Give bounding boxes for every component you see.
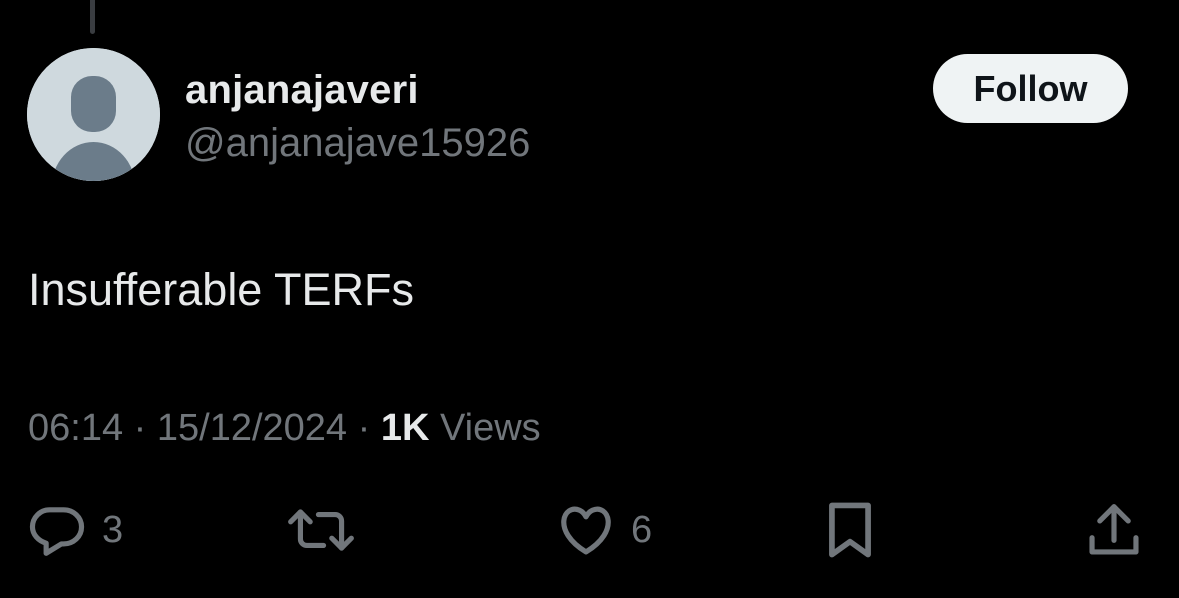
reply-button[interactable]: 3: [26, 490, 123, 570]
share-icon: [1089, 504, 1139, 555]
thread-connector-line: [90, 0, 95, 34]
tweet-time[interactable]: 06:14: [28, 407, 123, 449]
tweet-text: Insufferable TERFs: [28, 264, 415, 315]
action-bar: 3 6: [0, 490, 1179, 570]
author-display-name[interactable]: anjanajaveri: [185, 66, 419, 114]
heart-icon: [561, 506, 611, 555]
tweet-meta: 06:14 · 15/12/2024 · 1K Views: [28, 403, 541, 453]
default-avatar-icon: [27, 48, 160, 181]
views-count[interactable]: 1K: [381, 407, 430, 449]
tweet-date[interactable]: 15/12/2024: [157, 407, 347, 449]
reply-icon: [29, 507, 85, 556]
meta-separator: ·: [357, 407, 371, 449]
avatar[interactable]: [27, 48, 160, 181]
retweet-icon: [288, 509, 354, 551]
share-button[interactable]: [1083, 490, 1145, 570]
like-button[interactable]: 6: [555, 490, 652, 570]
views-label[interactable]: Views: [440, 407, 541, 449]
follow-button[interactable]: Follow: [933, 54, 1128, 123]
meta-separator: ·: [133, 407, 147, 449]
author-handle[interactable]: @anjanajave15926: [185, 119, 530, 167]
bookmark-button[interactable]: [822, 490, 878, 570]
tweet-detail: anjanajaveri @anjanajave15926 Follow Ins…: [0, 0, 1179, 598]
reply-count: 3: [102, 508, 124, 551]
retweet-button[interactable]: [285, 490, 357, 570]
bookmark-icon: [829, 502, 871, 558]
like-count: 6: [631, 508, 653, 551]
